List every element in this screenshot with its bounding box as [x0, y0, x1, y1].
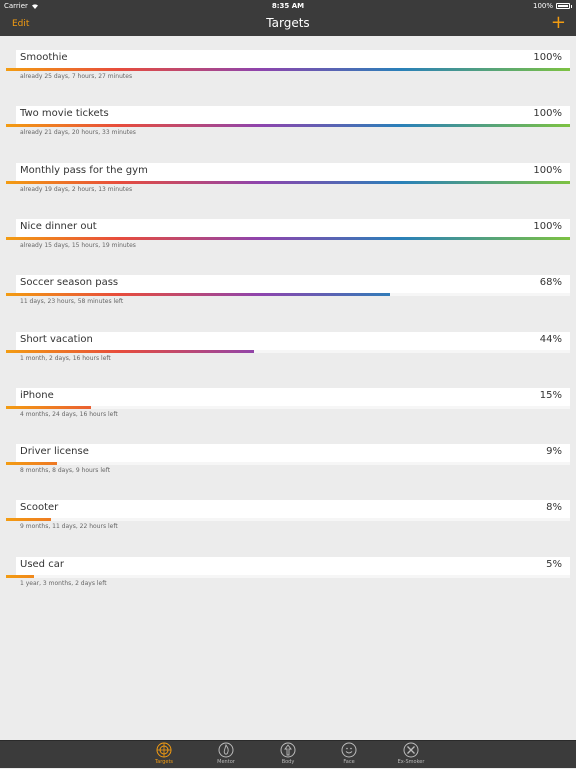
tab-face[interactable]: Face: [329, 741, 369, 769]
target-percent: 100%: [533, 164, 562, 176]
target-time-info: 9 months, 11 days, 22 hours left: [20, 523, 118, 531]
add-target-button[interactable]: +: [551, 14, 566, 32]
progress-fill: [6, 236, 570, 240]
target-card: Nice dinner out 100%: [16, 218, 570, 237]
progress-fill: [6, 293, 390, 297]
progress-track: [6, 518, 570, 522]
tab-label: Body: [281, 759, 295, 765]
target-row[interactable]: Monthly pass for the gym 100% already 19 d…: [0, 149, 576, 205]
target-card: Scooter 8%: [16, 500, 570, 519]
target-percent: 15%: [539, 389, 562, 401]
target-time-info: already 15 days, 15 hours, 19 minutes: [20, 241, 136, 249]
target-card: Driver license 9%: [16, 444, 570, 463]
progress-track: [6, 68, 570, 71]
progress-track: [6, 405, 570, 409]
target-row[interactable]: Smoothie 100% already 25 days, 7 hours, 27…: [0, 36, 576, 92]
progress-track: [6, 180, 570, 184]
progress-track: [6, 349, 570, 353]
progress-fill: [6, 349, 255, 353]
target-row[interactable]: Nice dinner out 100% already 15 days, 15 h…: [0, 205, 576, 261]
target-name: Used car: [20, 558, 64, 570]
progress-track: [6, 574, 570, 578]
target-row[interactable]: iPhone 15% 4 months, 24 days, 16 hours lef…: [0, 374, 576, 430]
progress-fill: [6, 68, 570, 71]
tab-label: Mentor: [217, 759, 235, 765]
target-name: Two movie tickets: [20, 108, 109, 120]
face-icon: [341, 742, 357, 758]
progress-track: [6, 124, 570, 128]
battery-label: 100%: [532, 2, 553, 10]
progress-track: [6, 236, 570, 240]
target-name: Monthly pass for the gym: [20, 164, 148, 176]
target-percent: 68%: [539, 277, 562, 289]
target-card: Monthly pass for the gym 100%: [16, 162, 570, 181]
status-bar: Carrier 8:35 AM 100%: [0, 0, 576, 12]
target-row[interactable]: Two movie tickets 100% already 21 days, 20…: [0, 92, 576, 148]
progress-fill: [6, 462, 57, 466]
tab-mentor[interactable]: Mentor: [206, 741, 246, 769]
target-percent: 100%: [533, 108, 562, 120]
target-percent: 44%: [539, 333, 562, 345]
tab-label: Face: [343, 759, 355, 765]
target-time-info: already 19 days, 2 hours, 13 minutes: [20, 185, 133, 193]
progress-fill: [6, 124, 570, 128]
target-time-info: already 21 days, 20 hours, 33 minutes: [20, 129, 136, 137]
target-percent: 100%: [533, 52, 562, 63]
target-name: Short vacation: [20, 333, 93, 345]
target-row[interactable]: Driver license 9% 8 months, 8 days, 9 hour…: [0, 430, 576, 486]
navigation-bar: Edit Targets +: [0, 12, 576, 36]
tab-label: Targets: [154, 759, 174, 765]
tab-targets[interactable]: Targets: [144, 741, 184, 769]
target-time-info: already 25 days, 7 hours, 27 minutes: [20, 73, 133, 80]
target-row[interactable]: Used car 5% 1 year, 3 months, 2 days left: [0, 543, 576, 599]
target-name: iPhone: [20, 389, 54, 401]
battery-icon: [556, 3, 570, 9]
tab-bar: Targets Mentor Body Face Ex-Smoker: [0, 740, 576, 768]
target-percent: 100%: [533, 220, 562, 232]
target-time-info: 4 months, 24 days, 16 hours left: [20, 410, 118, 418]
target-name: Scooter: [20, 502, 59, 514]
flame-icon: [218, 742, 234, 758]
target-time-info: 1 year, 3 months, 2 days left: [20, 579, 107, 587]
target-icon: [156, 742, 172, 758]
target-name: Smoothie: [20, 52, 68, 63]
target-time-info: 1 month, 2 days, 16 hours left: [20, 354, 111, 362]
target-row[interactable]: Scooter 8% 9 months, 11 days, 22 hours lef…: [0, 486, 576, 542]
progress-fill: [6, 405, 91, 409]
target-card: Short vacation 44%: [16, 331, 570, 350]
page-title: Targets: [266, 16, 310, 30]
target-card: Two movie tickets 100%: [16, 106, 570, 125]
target-time-info: 11 days, 23 hours, 58 minutes left: [20, 298, 124, 306]
tab-ex-smoker[interactable]: Ex-Smoker: [391, 741, 431, 769]
tab-label: Ex-Smoker: [397, 759, 425, 765]
target-card: iPhone 15%: [16, 387, 570, 406]
target-card: Used car 5%: [16, 556, 570, 575]
target-percent: 8%: [546, 502, 562, 514]
clock: 8:35 AM: [271, 2, 305, 10]
target-name: Soccer season pass: [20, 277, 119, 289]
tools-icon: [403, 742, 419, 758]
target-percent: 5%: [546, 558, 562, 570]
battery-indicator: 100%: [533, 2, 572, 10]
progress-fill: [6, 574, 35, 578]
target-card: Smoothie 100%: [16, 50, 570, 68]
progress-track: [6, 462, 570, 466]
target-row[interactable]: Short vacation 44% 1 month, 2 days, 16 hou…: [0, 318, 576, 374]
target-percent: 9%: [546, 446, 562, 458]
body-icon: [280, 742, 296, 758]
target-name: Nice dinner out: [20, 220, 97, 232]
target-time-info: 8 months, 8 days, 9 hours left: [20, 467, 111, 475]
target-name: Driver license: [20, 446, 89, 458]
progress-track: [6, 293, 570, 297]
progress-fill: [6, 180, 570, 184]
target-row[interactable]: Soccer season pass 68% 11 days, 23 hours, …: [0, 261, 576, 317]
progress-fill: [6, 518, 52, 522]
target-card: Soccer season pass 68%: [16, 275, 570, 294]
tab-body[interactable]: Body: [268, 741, 308, 769]
